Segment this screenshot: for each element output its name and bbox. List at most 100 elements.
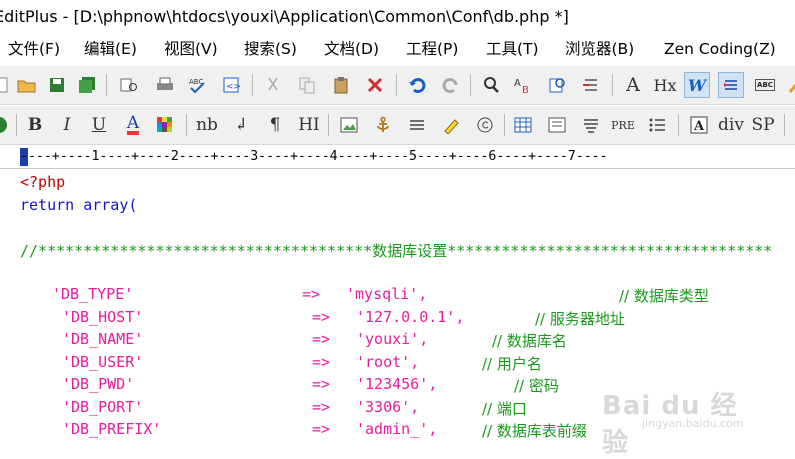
- heading-button[interactable]: HI: [296, 112, 322, 138]
- toolbar-separator: [612, 74, 613, 96]
- horizontal-rule-icon[interactable]: [404, 112, 430, 138]
- span-button[interactable]: SP: [750, 112, 776, 138]
- save-all-icon[interactable]: [74, 72, 100, 98]
- pen-icon[interactable]: [782, 72, 795, 98]
- menu-browser[interactable]: 浏览器(B): [565, 34, 634, 64]
- redo-icon[interactable]: [438, 72, 464, 98]
- new-file-icon[interactable]: [0, 72, 14, 98]
- menu-document[interactable]: 文档(D): [324, 34, 379, 64]
- window-title: EditPlus - [D:\phpnow\htdocs\youxi\Appli…: [0, 7, 569, 26]
- html-circle-icon[interactable]: [0, 112, 12, 138]
- color-grid-icon[interactable]: [152, 112, 178, 138]
- toolbar-separator: [16, 114, 17, 136]
- config-key: 'DB_USER': [62, 353, 144, 371]
- comment-title: 数据库设置: [372, 242, 448, 260]
- toolbar-separator: [678, 114, 679, 136]
- font-color-button[interactable]: A: [120, 112, 146, 138]
- delete-icon[interactable]: [362, 72, 388, 98]
- find-icon[interactable]: [478, 72, 504, 98]
- browser-view-icon[interactable]: <>: [218, 72, 244, 98]
- config-value: 'mysqli',: [346, 285, 428, 303]
- code-line-return: return array(: [20, 196, 138, 214]
- line-break-button[interactable]: ↲: [228, 112, 254, 138]
- div-button[interactable]: div: [718, 112, 744, 138]
- ruler-text: ----+----1----+----2----+----3----+----4…: [20, 149, 608, 164]
- menu-view[interactable]: 视图(V): [164, 34, 218, 64]
- font-icon[interactable]: A: [620, 72, 646, 98]
- font-tag-icon[interactable]: A: [686, 112, 712, 138]
- menu-tools[interactable]: 工具(T): [486, 34, 539, 64]
- list-lines-icon[interactable]: [578, 112, 604, 138]
- nbsp-button[interactable]: nb: [194, 112, 220, 138]
- spell-check-icon[interactable]: ABC: [184, 72, 210, 98]
- config-comment: // 数据库类型: [619, 287, 709, 305]
- toolbar-separator: [504, 114, 505, 136]
- word-wrap-icon[interactable]: W: [684, 72, 710, 98]
- paste-icon[interactable]: [328, 72, 354, 98]
- underline-button[interactable]: U: [86, 112, 112, 138]
- config-value: '3306',: [356, 398, 420, 416]
- print-icon[interactable]: [152, 72, 178, 98]
- undo-icon[interactable]: [404, 72, 430, 98]
- goto-line-icon[interactable]: [578, 72, 604, 98]
- menu-project[interactable]: 工程(P): [406, 34, 458, 64]
- config-arrow: =>: [312, 420, 331, 438]
- italic-button[interactable]: I: [54, 112, 80, 138]
- config-value: '127.0.0.1',: [356, 308, 465, 326]
- open-folder-icon[interactable]: [14, 72, 40, 98]
- menu-file[interactable]: 文件(F): [8, 34, 60, 64]
- replace-icon[interactable]: AB: [510, 72, 536, 98]
- svg-text:<>: <>: [226, 82, 240, 92]
- toolbar-separator: [470, 74, 471, 96]
- config-key: 'DB_PREFIX': [62, 420, 162, 438]
- config-comment: // 服务器地址: [535, 310, 625, 328]
- menu-zen-coding[interactable]: Zen Coding(Z): [664, 34, 776, 64]
- bold-button[interactable]: B: [22, 112, 48, 138]
- config-comment: // 数据库名: [492, 332, 567, 350]
- svg-text:B: B: [522, 85, 529, 94]
- heading-icon[interactable]: Hx: [652, 72, 678, 98]
- column-select-icon[interactable]: ABC: [752, 72, 778, 98]
- copyright-icon[interactable]: [472, 112, 498, 138]
- cut-icon[interactable]: [260, 72, 286, 98]
- config-comment: // 端口: [482, 400, 527, 418]
- config-comment: // 用户名: [482, 355, 542, 373]
- pre-button[interactable]: PRE: [610, 112, 636, 138]
- html-toolbar: B I U A nb ↲ ¶ HI PRE A div SP: [0, 106, 795, 145]
- code-line-php-open: <?php: [20, 173, 66, 191]
- config-arrow: =>: [312, 308, 331, 326]
- menu-search[interactable]: 搜索(S): [244, 34, 297, 64]
- svg-text:A: A: [693, 119, 705, 134]
- print-preview-icon[interactable]: [116, 72, 142, 98]
- form-icon[interactable]: [544, 112, 570, 138]
- config-comment: // 密码: [514, 377, 559, 395]
- indent-guide-icon[interactable]: [718, 72, 744, 98]
- code-line-section-comment: //*************************************数…: [20, 240, 772, 261]
- config-arrow: =>: [312, 398, 331, 416]
- bullet-list-icon[interactable]: [644, 112, 670, 138]
- config-key: 'DB_HOST': [62, 308, 144, 326]
- title-bar: EditPlus - [D:\phpnow\htdocs\youxi\Appli…: [0, 0, 795, 34]
- config-key: 'DB_NAME': [62, 330, 144, 348]
- watermark-url: jingyan.baidu.com: [642, 417, 744, 430]
- comment-prefix: //*************************************: [20, 242, 373, 260]
- baidu-watermark: Bai du 经验 jingyan.baidu.com: [602, 385, 762, 458]
- find-in-files-icon[interactable]: [544, 72, 570, 98]
- menu-edit[interactable]: 编辑(E): [84, 34, 137, 64]
- config-arrow: =>: [312, 375, 331, 393]
- toolbar-separator: [186, 114, 187, 136]
- standard-toolbar: ABC <> AB A Hx W ABC: [0, 66, 795, 105]
- toolbar-separator: [252, 74, 253, 96]
- toolbar-separator: [784, 114, 785, 136]
- paragraph-button[interactable]: ¶: [262, 112, 288, 138]
- comment-suffix: ************************************: [447, 242, 773, 260]
- config-value: 'admin_',: [356, 420, 438, 438]
- anchor-icon[interactable]: [370, 112, 396, 138]
- svg-text:A: A: [514, 78, 521, 89]
- toolbar-separator: [106, 74, 107, 96]
- save-icon[interactable]: [44, 72, 70, 98]
- highlight-icon[interactable]: [438, 112, 464, 138]
- image-icon[interactable]: [336, 112, 362, 138]
- copy-icon[interactable]: [294, 72, 320, 98]
- table-icon[interactable]: [510, 112, 536, 138]
